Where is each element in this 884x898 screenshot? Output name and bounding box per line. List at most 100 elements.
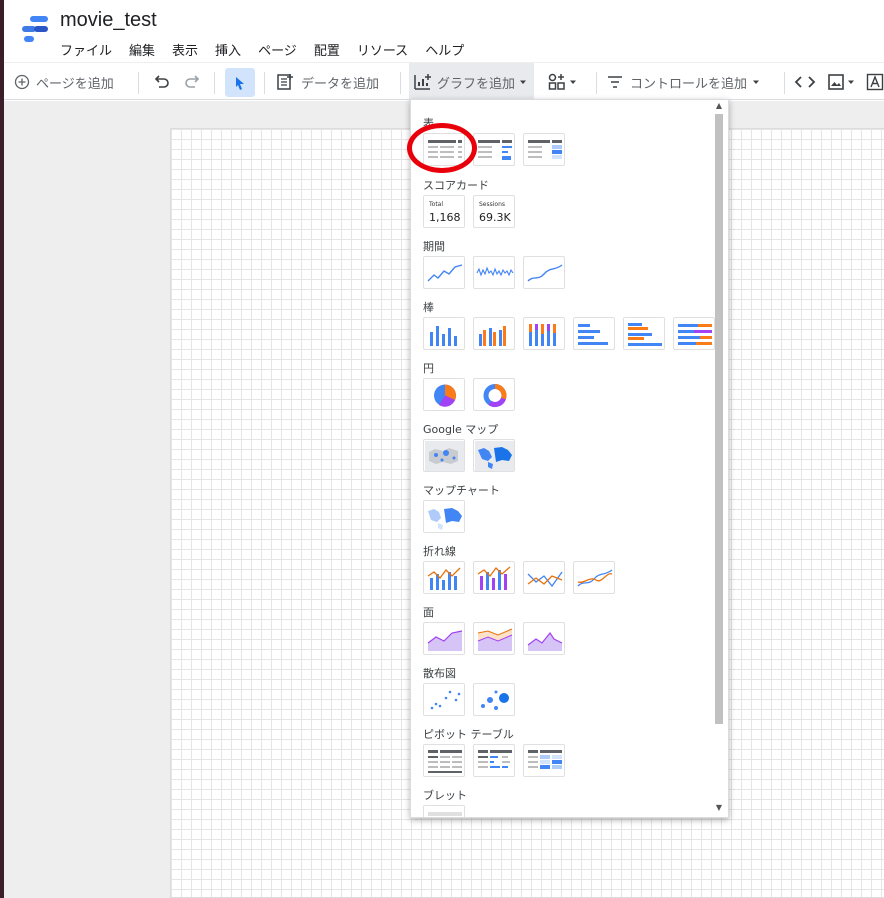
add-page-button[interactable]: ページを追加: [14, 63, 114, 101]
chart-option-geo-map[interactable]: [423, 500, 465, 533]
category-combo-label: 折れ線: [423, 545, 456, 558]
geo-map-thumb-icon: [428, 508, 462, 530]
chart-option-area[interactable]: [423, 622, 465, 655]
column-thumb-icon: [430, 326, 457, 346]
chart-option-table[interactable]: [423, 133, 465, 166]
add-chart-button[interactable]: グラフを追加: [409, 63, 535, 101]
category-google-maps-label: Google マップ: [423, 423, 499, 436]
percent-area-thumb-icon: [527, 631, 563, 651]
bubble-map-thumb-icon: [425, 441, 464, 471]
chart-option-google-map-bubble[interactable]: [423, 439, 465, 472]
scorecard-label: Total: [429, 201, 444, 208]
timeseries-thumb-icon: [427, 264, 463, 282]
cursor-icon: [236, 76, 244, 90]
pivot-bars-thumb-icon: [478, 750, 512, 768]
chart-option-pivot-bars[interactable]: [473, 744, 515, 777]
chart-option-pivot-heatmap[interactable]: [523, 744, 565, 777]
image-icon: [828, 74, 844, 90]
line-thumb-icon: [527, 571, 563, 588]
add-control-label: コントロールを追加: [630, 76, 748, 92]
bar-thumb-icon: [578, 324, 608, 345]
category-pivot-label: ピボット テーブル: [423, 728, 514, 741]
chart-option-stacked-column[interactable]: [523, 317, 565, 350]
chart-option-timeseries[interactable]: [423, 256, 465, 289]
table-heatmap-thumb-icon: [528, 140, 562, 159]
add-chart-label: グラフを追加: [437, 76, 516, 92]
menu-page[interactable]: ページ: [258, 40, 297, 59]
menu-edit[interactable]: 編集: [129, 40, 155, 59]
grouped-bar-thumb-icon: [628, 323, 662, 346]
chevron-down-icon: [570, 80, 576, 84]
pie-thumb-icon: [434, 384, 456, 407]
scorecard-value: 1,168: [429, 211, 461, 224]
select-tool-button[interactable]: [225, 68, 255, 97]
chart-option-grouped-bar[interactable]: [623, 317, 665, 350]
menu-insert[interactable]: 挿入: [215, 40, 241, 59]
app-header: movie_test ファイル 編集 表示 挿入 ページ 配置 リソース ヘルプ: [4, 0, 884, 62]
chart-option-table-bars[interactable]: [473, 133, 515, 166]
category-map-chart-label: マップチャート: [423, 484, 500, 497]
chart-option-table-heatmap[interactable]: [523, 133, 565, 166]
menu-help[interactable]: ヘルプ: [425, 40, 464, 59]
undo-button[interactable]: [152, 63, 170, 101]
redo-icon: [185, 75, 200, 88]
smooth-line-multi-thumb-icon: [577, 569, 613, 587]
sparkline-thumb-icon: [476, 266, 514, 277]
category-pie-label: 円: [423, 362, 434, 375]
scroll-down-arrow[interactable]: ▼: [714, 804, 724, 812]
menu-bar: ファイル 編集 表示 挿入 ページ 配置 リソース ヘルプ: [60, 40, 481, 59]
scorecard-label: Sessions: [479, 201, 506, 208]
chart-option-google-map-filled[interactable]: [473, 439, 515, 472]
chart-option-stacked-combo[interactable]: [473, 561, 515, 594]
chart-option-bullet[interactable]: [423, 805, 465, 817]
chart-option-donut[interactable]: [473, 378, 515, 411]
category-table-label: 表: [423, 117, 434, 130]
chart-option-column[interactable]: [423, 317, 465, 350]
add-image-button[interactable]: [827, 63, 856, 101]
chart-option-combo[interactable]: [423, 561, 465, 594]
chart-option-stacked-bar[interactable]: [673, 317, 715, 350]
add-data-icon: [277, 74, 293, 90]
chart-option-smoothed-timeseries[interactable]: [523, 256, 565, 289]
menu-scrollbar[interactable]: ▲ ▼: [714, 102, 724, 812]
chart-option-stacked-area[interactable]: [473, 622, 515, 655]
menu-arrange[interactable]: 配置: [314, 40, 340, 59]
pivot-heatmap-thumb-icon: [528, 750, 562, 769]
chart-option-scorecard[interactable]: Total 1,168: [423, 195, 465, 228]
chart-option-line[interactable]: [523, 561, 565, 594]
chart-option-smooth-line[interactable]: [573, 561, 615, 594]
scroll-thumb[interactable]: [715, 114, 723, 724]
looker-studio-logo[interactable]: [16, 14, 50, 44]
category-area-label: 面: [423, 606, 434, 619]
menu-view[interactable]: 表示: [172, 40, 198, 59]
chart-option-pivot[interactable]: [423, 744, 465, 777]
add-text-button[interactable]: [866, 63, 884, 101]
category-bullet-label: ブレット: [423, 789, 467, 802]
chart-option-scatter[interactable]: [423, 683, 465, 716]
report-title[interactable]: movie_test: [60, 9, 157, 32]
embed-code-button[interactable]: [794, 63, 816, 101]
pivot-thumb-icon: [428, 750, 462, 773]
chevron-down-icon: [848, 80, 854, 84]
chart-option-grouped-column[interactable]: [473, 317, 515, 350]
add-data-button[interactable]: データを追加: [276, 63, 379, 101]
divider: [138, 72, 139, 94]
chart-option-bubble[interactable]: [473, 683, 515, 716]
filled-map-thumb-icon: [475, 441, 514, 471]
chart-option-bar[interactable]: [573, 317, 615, 350]
add-data-label: データを追加: [301, 76, 380, 92]
chart-option-sparkline[interactable]: [473, 256, 515, 289]
component-icon: [548, 73, 565, 90]
add-component-button[interactable]: [547, 63, 578, 101]
redo-button[interactable]: [184, 63, 202, 101]
chart-option-percent-area[interactable]: [523, 622, 565, 655]
add-chart-icon: [414, 74, 431, 90]
add-control-button[interactable]: コントロールを追加: [606, 63, 761, 101]
menu-file[interactable]: ファイル: [60, 40, 112, 59]
table-thumb-icon: [428, 140, 462, 158]
chevron-down-icon: [753, 80, 760, 84]
chart-option-scorecard-compact[interactable]: Sessions 69.3K: [473, 195, 515, 228]
chart-option-pie[interactable]: [423, 378, 465, 411]
scroll-up-arrow[interactable]: ▲: [714, 102, 724, 110]
menu-resource[interactable]: リソース: [357, 40, 408, 59]
